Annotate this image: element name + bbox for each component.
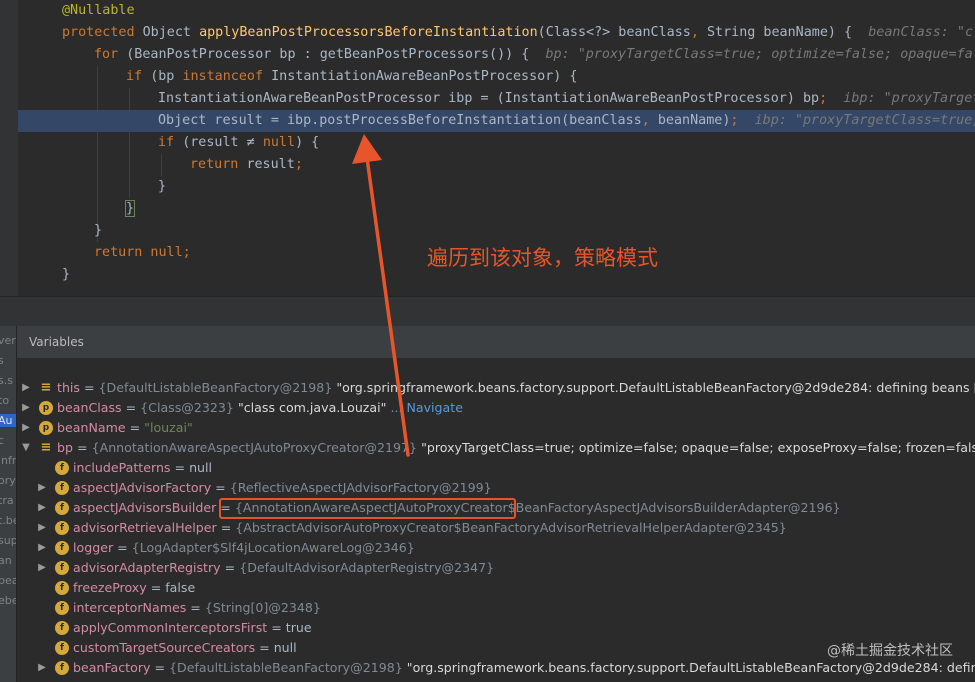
arrowhead-icon (352, 134, 382, 164)
watermark: @稀土掘金技术社区 (827, 643, 953, 659)
annotation-text: 遍历到该对象，策略模式 (427, 246, 658, 270)
annotation-arrow (352, 134, 410, 457)
